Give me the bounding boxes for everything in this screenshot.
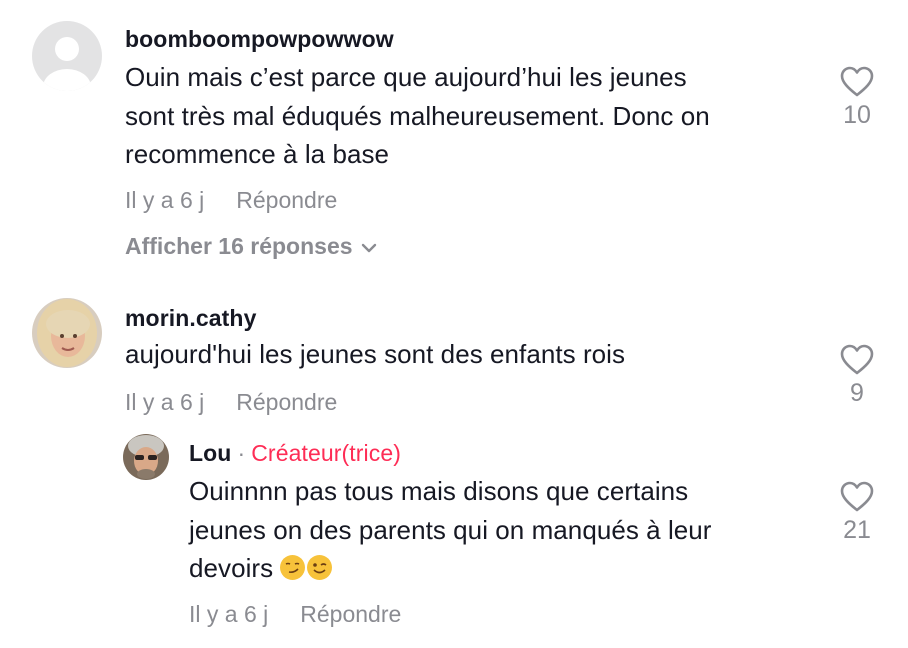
reply-text: Ouinnnn pas tous mais disons que certain… <box>189 472 829 588</box>
reply-text-line-last: devoirs <box>189 549 829 588</box>
view-replies-button[interactable]: Afficher 16 réponses <box>125 233 377 260</box>
default-avatar-icon[interactable] <box>32 21 102 91</box>
reply-text-line: Ouinnnn pas tous mais disons que certain… <box>189 476 689 506</box>
creator-badge: Créateur(trice) <box>251 440 401 466</box>
comment-username[interactable]: morin.cathy <box>125 305 256 332</box>
like-button[interactable]: 9 <box>827 344 887 408</box>
comment-text: Ouin mais c’est parce que aujourd’hui le… <box>125 58 815 174</box>
reply-text-line: jeunes on des parents qui on manqués à l… <box>189 514 712 545</box>
reply-button[interactable]: Répondre <box>236 389 337 415</box>
reply-meta: Il y a 6 j Répondre <box>189 601 401 628</box>
comment-meta: Il y a 6 j Répondre <box>125 187 337 214</box>
comment-meta: Il y a 6 j Répondre <box>125 389 337 416</box>
heart-icon <box>840 344 874 375</box>
heart-icon <box>840 481 874 512</box>
reply-time: Il y a 6 j <box>189 601 269 627</box>
chevron-down-icon <box>361 243 376 253</box>
reply-header: Lou · Créateur(trice) <box>189 440 401 467</box>
like-count: 21 <box>843 516 871 544</box>
comment-text-line: sont très mal éduqués malheureusement. D… <box>125 100 710 131</box>
comment-text: aujourd'hui les jeunes sont des enfants … <box>125 335 815 374</box>
like-button[interactable]: 10 <box>827 66 887 130</box>
heart-icon <box>840 66 874 97</box>
like-count: 9 <box>850 379 864 407</box>
reply-username[interactable]: Lou <box>189 440 231 466</box>
winking-face-emoji <box>307 555 333 580</box>
comment-text-line: aujourd'hui les jeunes sont des enfants … <box>125 339 626 369</box>
reply-text-line: devoirs <box>189 553 274 583</box>
like-button[interactable]: 21 <box>827 481 887 545</box>
comment-time: Il y a 6 j <box>125 187 205 213</box>
separator: · <box>237 440 246 466</box>
comment-time: Il y a 6 j <box>125 389 205 415</box>
reply-button[interactable]: Répondre <box>300 601 401 627</box>
comment-username[interactable]: boomboompowpowwow <box>125 26 394 53</box>
user-photo[interactable] <box>123 434 169 480</box>
comment-text-line: Ouin mais c’est parce que aujourd’hui le… <box>125 62 687 92</box>
smirking-face-emoji <box>280 555 306 580</box>
reply-button[interactable]: Répondre <box>236 187 337 213</box>
user-photo[interactable] <box>32 298 102 368</box>
comment-text-line: recommence à la base <box>125 139 390 169</box>
like-count: 10 <box>843 101 871 129</box>
view-replies-label: Afficher 16 réponses <box>125 233 353 259</box>
